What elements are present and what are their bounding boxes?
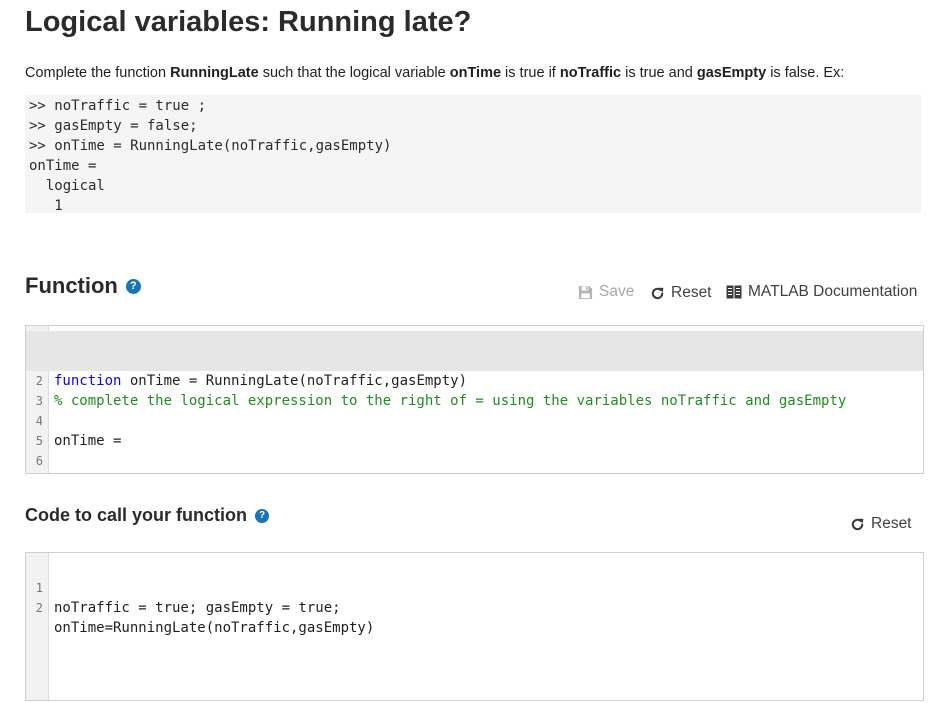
function-section-title: Function ?	[25, 273, 141, 299]
save-button[interactable]: Save	[578, 283, 634, 301]
doc-label: MATLAB Documentation	[748, 283, 918, 300]
line-number: 2	[35, 601, 43, 615]
help-icon[interactable]: ?	[125, 278, 141, 294]
desc-text-1: Complete the function	[25, 65, 171, 81]
example-code-block: >> noTraffic = true ; >> gasEmpty = fals…	[25, 95, 921, 214]
call-code-editor[interactable]: 1 noTraffic = true; gasEmpty = true; 2 o…	[25, 552, 924, 701]
reset-label: Reset	[671, 284, 712, 301]
problem-description: Complete the function RunningLate such t…	[25, 65, 844, 81]
desc-text-2: such that the logical variable	[258, 65, 450, 81]
function-title-text: Function	[25, 273, 118, 298]
reset-button[interactable]: Reset	[650, 284, 712, 302]
example-line: 1	[29, 198, 63, 214]
code-line[interactable]: 2 onTime=RunningLate(noTraffic,gasEmpty)	[26, 578, 923, 636]
line-number: 7	[26, 471, 43, 473]
example-line: >> gasEmpty = false;	[29, 118, 198, 134]
page-title: Logical variables: Running late?	[25, 6, 472, 38]
reset-icon	[851, 518, 864, 530]
call-title-text: Code to call your function	[25, 505, 248, 525]
code-line[interactable]: 3	[26, 371, 923, 408]
desc-text-3: is true if	[501, 65, 560, 81]
reset-icon	[651, 287, 664, 299]
reset-label: Reset	[871, 515, 912, 532]
save-icon	[578, 285, 593, 299]
desc-text-5: is false. Ex:	[766, 65, 845, 81]
code-line[interactable]: 5	[26, 411, 923, 448]
desc-var-notraffic: noTraffic	[559, 65, 622, 81]
example-line: onTime =	[29, 158, 97, 174]
code-line[interactable]: 6 end	[26, 431, 923, 468]
code-line[interactable]: 2 % complete the logical expression to t…	[26, 351, 923, 409]
code-text: noTraffic = true; gasEmpty = true;	[54, 600, 341, 616]
example-line: >> onTime = RunningLate(noTraffic,gasEmp…	[29, 138, 392, 154]
save-label: Save	[599, 283, 635, 300]
call-section-title: Code to call your function ?	[25, 505, 270, 526]
code-line[interactable]: 1 noTraffic = true; gasEmpty = true;	[26, 558, 923, 616]
matlab-documentation-button[interactable]: MATLAB Documentation	[726, 283, 917, 301]
code-text: onTime=RunningLate(noTraffic,gasEmpty)	[54, 620, 375, 636]
desc-text-4: is true and	[621, 65, 697, 81]
code-line[interactable]: 7	[26, 451, 923, 471]
example-line: >> noTraffic = true ;	[29, 98, 207, 114]
reset-call-button[interactable]: Reset	[850, 515, 912, 533]
desc-var-gasempty: gasEmpty	[696, 65, 767, 81]
desc-var-ontime: onTime	[449, 65, 502, 81]
code-line[interactable]: 4 onTime =	[26, 391, 923, 449]
function-code-editor[interactable]: 1 function onTime = RunningLate(noTraffi…	[25, 325, 924, 474]
book-icon	[726, 285, 742, 299]
help-icon[interactable]: ?	[255, 508, 270, 523]
code-line[interactable]: 1 function onTime = RunningLate(noTraffi…	[26, 331, 923, 389]
desc-function-name: RunningLate	[170, 65, 259, 81]
example-line: logical	[29, 178, 105, 194]
